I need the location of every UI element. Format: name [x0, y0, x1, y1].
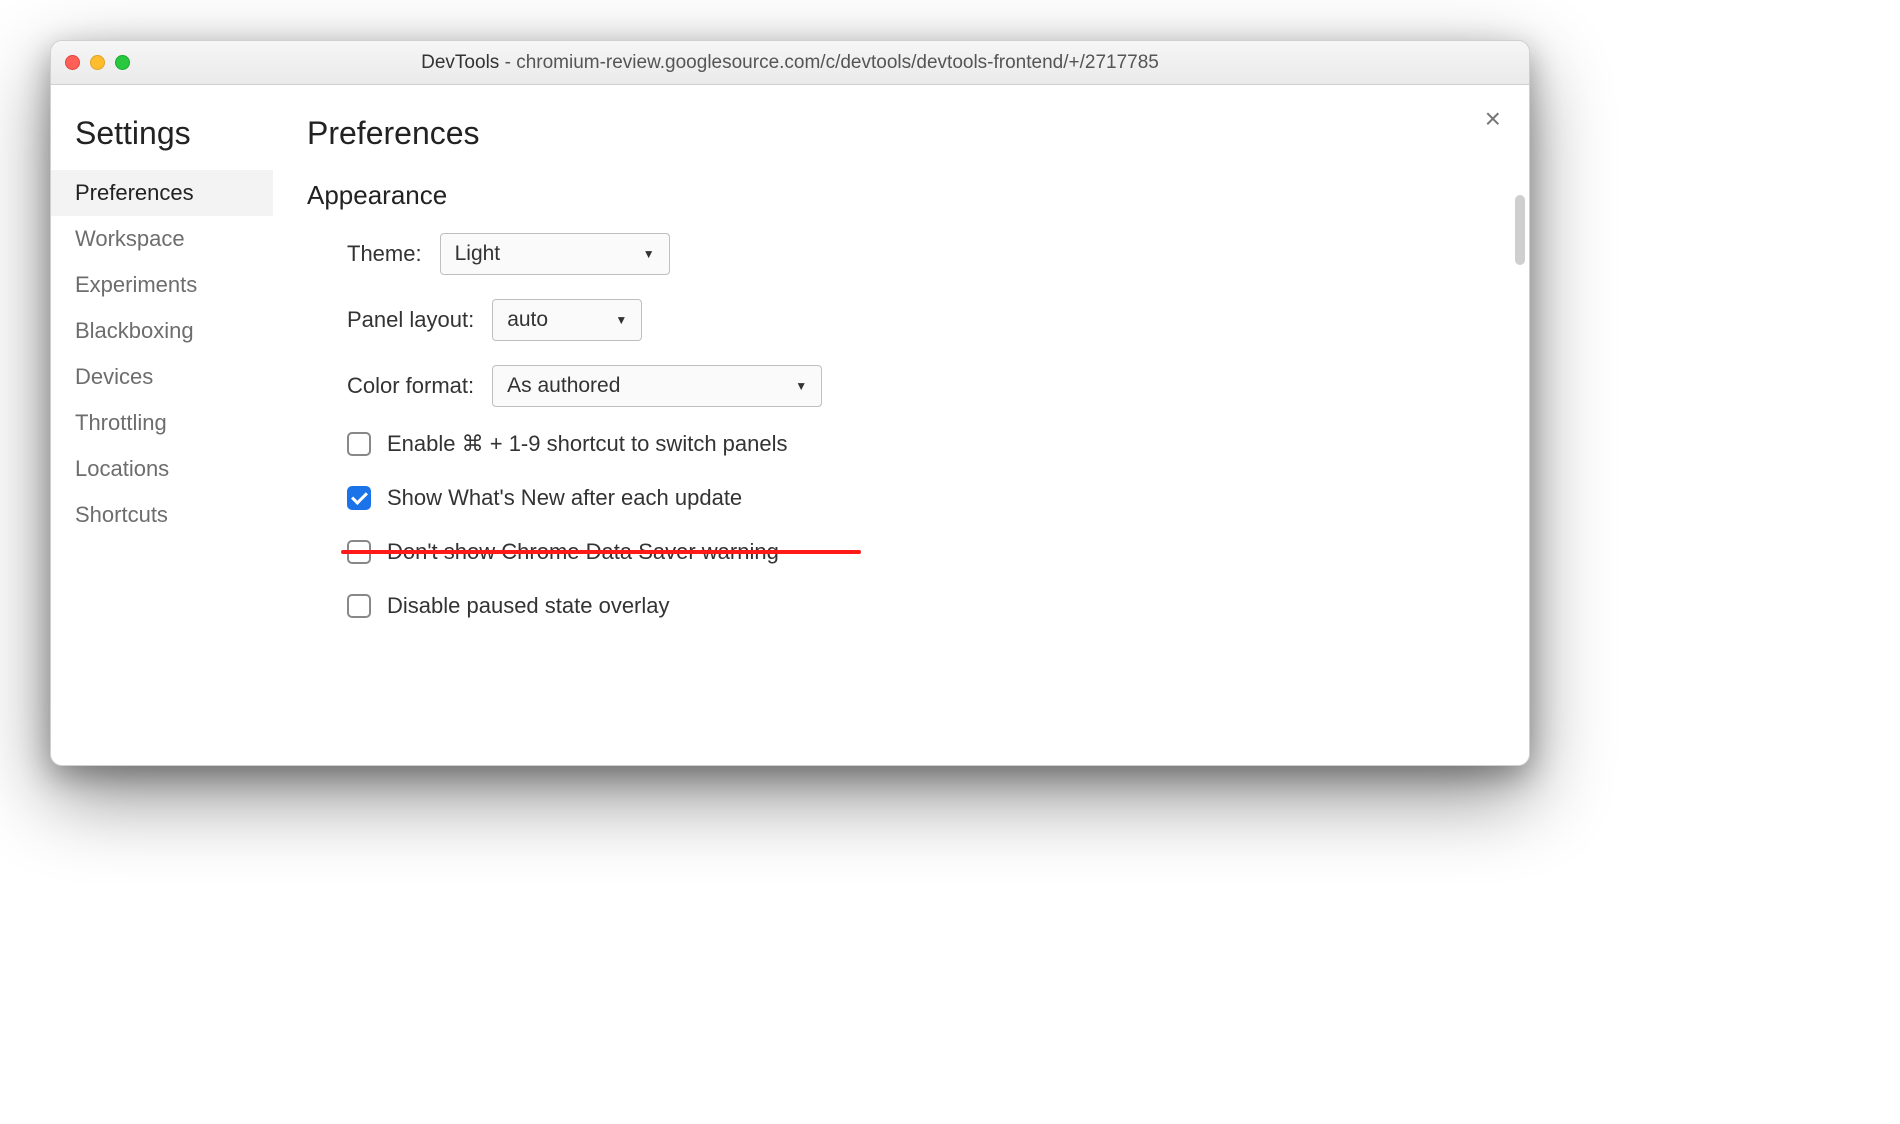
- section-appearance: Appearance: [307, 180, 1495, 211]
- checkbox[interactable]: [347, 540, 371, 564]
- sidebar-item-locations[interactable]: Locations: [50, 446, 273, 492]
- scrollbar[interactable]: [1515, 195, 1525, 265]
- theme-select[interactable]: Light ▼: [440, 233, 670, 275]
- sidebar-item-experiments[interactable]: Experiments: [50, 262, 273, 308]
- sidebar-item-devices[interactable]: Devices: [50, 354, 273, 400]
- checkbox-row: Disable paused state overlay: [347, 593, 1495, 619]
- titlebar: DevTools - chromium-review.googlesource.…: [51, 41, 1529, 85]
- checkbox-row: Enable ⌘ + 1-9 shortcut to switch panels: [347, 431, 1495, 457]
- colorformat-label: Color format:: [347, 373, 474, 399]
- sidebar-item-throttling[interactable]: Throttling: [50, 400, 273, 446]
- sidebar-item-shortcuts[interactable]: Shortcuts: [50, 492, 273, 538]
- colorformat-value: As authored: [507, 374, 620, 398]
- page-title: Preferences: [307, 115, 1495, 152]
- checkbox[interactable]: [347, 486, 371, 510]
- checkbox-row: Show What's New after each update: [347, 485, 1495, 511]
- theme-value: Light: [455, 242, 501, 266]
- window-title-label: DevTools: [421, 52, 499, 73]
- app-window: DevTools - chromium-review.googlesource.…: [50, 40, 1530, 766]
- checkbox-label: Show What's New after each update: [387, 485, 742, 511]
- window-title-path: chromium-review.googlesource.com/c/devto…: [516, 52, 1159, 73]
- theme-label: Theme:: [347, 241, 422, 267]
- colorformat-select[interactable]: As authored ▼: [492, 365, 822, 407]
- checkbox[interactable]: [347, 432, 371, 456]
- checkbox[interactable]: [347, 594, 371, 618]
- content-area: × Settings PreferencesWorkspaceExperimen…: [51, 85, 1529, 765]
- close-window-button[interactable]: [65, 55, 80, 70]
- sidebar-item-workspace[interactable]: Workspace: [50, 216, 273, 262]
- layout-select[interactable]: auto ▼: [492, 299, 642, 341]
- traffic-lights: [65, 55, 130, 70]
- sidebar-item-blackboxing[interactable]: Blackboxing: [50, 308, 273, 354]
- sidebar-title: Settings: [51, 115, 273, 170]
- colorformat-row: Color format: As authored ▼: [347, 365, 1495, 407]
- chevron-down-icon: ▼: [643, 247, 655, 261]
- chevron-down-icon: ▼: [795, 379, 807, 393]
- checkbox-label: Disable paused state overlay: [387, 593, 670, 619]
- layout-value: auto: [507, 308, 548, 332]
- zoom-window-button[interactable]: [115, 55, 130, 70]
- checkbox-label: Enable ⌘ + 1-9 shortcut to switch panels: [387, 431, 788, 457]
- layout-label: Panel layout:: [347, 307, 474, 333]
- checkbox-row: Don't show Chrome Data Saver warning: [347, 539, 1495, 565]
- chevron-down-icon: ▼: [615, 313, 627, 327]
- theme-row: Theme: Light ▼: [347, 233, 1495, 275]
- settings-sidebar: Settings PreferencesWorkspaceExperiments…: [50, 85, 273, 765]
- main-panel: Preferences Appearance Theme: Light ▼ Pa…: [273, 85, 1529, 765]
- window-title: DevTools - chromium-review.googlesource.…: [51, 52, 1529, 74]
- minimize-window-button[interactable]: [90, 55, 105, 70]
- checkbox-label: Don't show Chrome Data Saver warning: [387, 539, 779, 565]
- layout-row: Panel layout: auto ▼: [347, 299, 1495, 341]
- sidebar-item-preferences[interactable]: Preferences: [50, 170, 273, 216]
